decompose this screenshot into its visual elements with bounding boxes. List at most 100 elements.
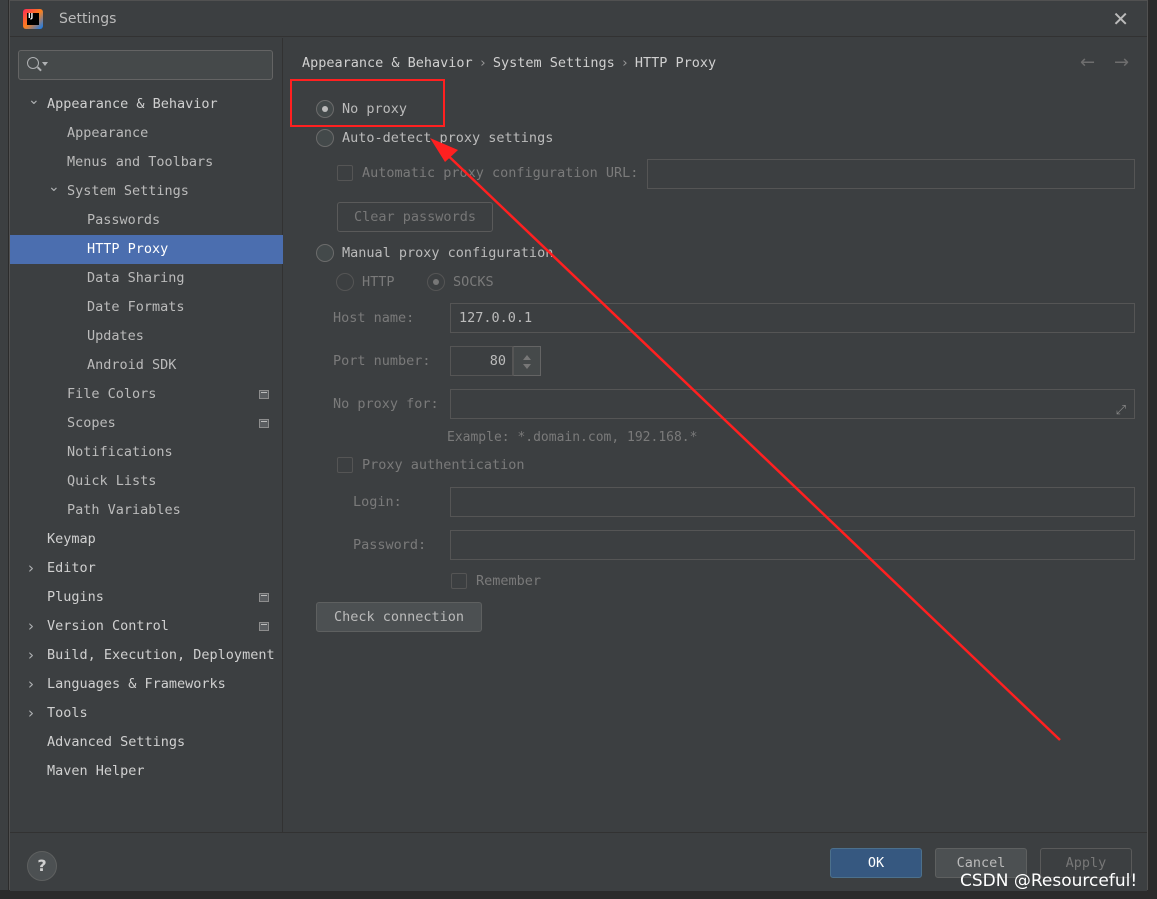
sidebar-item[interactable]: Updates: [10, 322, 283, 351]
auto-config-url-field[interactable]: [647, 159, 1135, 189]
host-name-field[interactable]: 127.0.0.1: [450, 303, 1135, 333]
sidebar-item[interactable]: Keymap: [10, 525, 283, 554]
sidebar-item[interactable]: Scopes: [10, 409, 283, 438]
port-number-label: Port number:: [333, 353, 431, 369]
host-name-label: Host name:: [333, 310, 415, 326]
sidebar-item[interactable]: › Version Control: [10, 612, 283, 641]
socks-radio[interactable]: [427, 273, 445, 291]
socks-label[interactable]: SOCKS: [453, 274, 494, 290]
sidebar-item[interactable]: Data Sharing: [10, 264, 283, 293]
chevron-right-icon[interactable]: ›: [28, 699, 34, 728]
port-number-field[interactable]: 80: [450, 346, 513, 376]
sidebar-item-label: Maven Helper: [47, 763, 145, 779]
sidebar-item[interactable]: Appearance: [10, 119, 283, 148]
auto-detect-label[interactable]: Auto-detect proxy settings: [342, 130, 553, 146]
sidebar-item-label: Date Formats: [87, 299, 185, 315]
remember-checkbox[interactable]: [451, 573, 467, 589]
sidebar-item[interactable]: Passwords: [10, 206, 283, 235]
proxy-authentication-label[interactable]: Proxy authentication: [362, 457, 525, 473]
breadcrumb-item[interactable]: System Settings: [493, 55, 615, 71]
auto-detect-radio[interactable]: [316, 129, 334, 147]
ok-button[interactable]: OK: [830, 848, 922, 878]
back-arrow-icon[interactable]: ←: [1080, 52, 1095, 73]
sidebar-item[interactable]: Maven Helper: [10, 757, 283, 786]
sidebar-item-label: Menus and Toolbars: [67, 154, 214, 170]
login-label: Login:: [353, 494, 402, 510]
background-ide-bottom-strip: [0, 890, 1157, 899]
sidebar-item-label: Notifications: [67, 444, 173, 460]
intellij-logo-icon: IJ: [23, 9, 43, 29]
http-proxy-panel: Appearance & Behavior › System Settings › HT…: [284, 38, 1147, 832]
sidebar-item[interactable]: Path Variables: [10, 496, 283, 525]
sidebar-item-label: System Settings: [67, 183, 189, 199]
check-connection-button[interactable]: Check connection: [316, 602, 482, 632]
search-options-chevron-icon[interactable]: [42, 62, 48, 66]
auto-config-url-label: Automatic proxy configuration URL:: [362, 165, 639, 181]
chevron-right-icon[interactable]: ›: [28, 670, 34, 699]
password-field[interactable]: [450, 530, 1135, 560]
sidebar-item-label: Version Control: [47, 618, 169, 634]
chevron-down-icon[interactable]: ⌄: [28, 86, 40, 115]
settings-dialog: IJ Settings ✕ ⌄ Appearance & Behavior Appe…: [9, 0, 1148, 891]
project-scope-icon: [259, 390, 269, 399]
login-field[interactable]: [450, 487, 1135, 517]
auto-config-url-checkbox[interactable]: [337, 165, 353, 181]
sidebar-item[interactable]: Notifications: [10, 438, 283, 467]
stepper-up-icon[interactable]: [523, 355, 531, 360]
remember-label[interactable]: Remember: [476, 573, 541, 589]
no-proxy-for-field[interactable]: ⤢: [450, 389, 1135, 419]
manual-proxy-label[interactable]: Manual proxy configuration: [342, 245, 553, 261]
sidebar-item[interactable]: › Editor: [10, 554, 283, 583]
no-proxy-for-label: No proxy for:: [333, 396, 439, 412]
sidebar-item-label: Keymap: [47, 531, 96, 547]
breadcrumb-separator: ›: [620, 55, 629, 71]
sidebar-item[interactable]: File Colors: [10, 380, 283, 409]
sidebar-item[interactable]: ⌄ System Settings: [10, 177, 283, 206]
chevron-down-icon[interactable]: ⌄: [48, 173, 60, 202]
stepper-down-icon[interactable]: [523, 364, 531, 369]
watermark: CSDN @Resourceful!: [960, 871, 1138, 891]
sidebar-item-label: Build, Execution, Deployment: [47, 647, 275, 663]
close-icon[interactable]: ✕: [1112, 7, 1129, 31]
manual-proxy-radio[interactable]: [316, 244, 334, 262]
sidebar-item-label: Updates: [87, 328, 144, 344]
sidebar-item[interactable]: Plugins: [10, 583, 283, 612]
breadcrumb-item: HTTP Proxy: [634, 55, 717, 71]
http-label[interactable]: HTTP: [362, 274, 395, 290]
sidebar-item[interactable]: › Tools: [10, 699, 283, 728]
sidebar-item[interactable]: ⌄ Appearance & Behavior: [10, 90, 283, 119]
sidebar-item[interactable]: Android SDK: [10, 351, 283, 380]
search-icon: [27, 57, 39, 69]
project-scope-icon: [259, 593, 269, 602]
sidebar-item[interactable]: › Languages & Frameworks: [10, 670, 283, 699]
sidebar-item-label: Quick Lists: [67, 473, 157, 489]
search-input[interactable]: [18, 50, 273, 80]
clear-passwords-button[interactable]: Clear passwords: [337, 202, 493, 232]
port-stepper[interactable]: [513, 346, 541, 376]
sidebar-item-label: Editor: [47, 560, 96, 576]
sidebar-item-label: Path Variables: [67, 502, 181, 518]
sidebar-item-label: Tools: [47, 705, 88, 721]
annotation-highlight-box: [290, 79, 445, 127]
sidebar-item[interactable]: Date Formats: [10, 293, 283, 322]
chevron-right-icon[interactable]: ›: [28, 641, 34, 670]
sidebar-item-label: Appearance & Behavior: [47, 96, 218, 112]
forward-arrow-icon[interactable]: →: [1114, 52, 1129, 73]
sidebar-item[interactable]: › Build, Execution, Deployment: [10, 641, 283, 670]
http-radio[interactable]: [336, 273, 354, 291]
chevron-right-icon[interactable]: ›: [28, 554, 34, 583]
breadcrumb-separator: ›: [478, 55, 487, 71]
sidebar-item-label: Scopes: [67, 415, 116, 431]
background-ide-left-strip: [0, 0, 9, 899]
breadcrumb-item[interactable]: Appearance & Behavior: [302, 55, 473, 71]
breadcrumb: Appearance & Behavior › System Settings › HT…: [302, 55, 716, 71]
proxy-authentication-checkbox[interactable]: [337, 457, 353, 473]
expand-icon[interactable]: ⤢: [1116, 397, 1126, 425]
sidebar-item-label: HTTP Proxy: [87, 241, 169, 257]
window-title: Settings: [59, 11, 117, 27]
chevron-right-icon[interactable]: ›: [28, 612, 34, 641]
help-icon[interactable]: ?: [27, 851, 57, 881]
sidebar-item[interactable]: Quick Lists: [10, 467, 283, 496]
sidebar-item[interactable]: Advanced Settings: [10, 728, 283, 757]
sidebar-item[interactable]: HTTP Proxy: [10, 235, 283, 264]
